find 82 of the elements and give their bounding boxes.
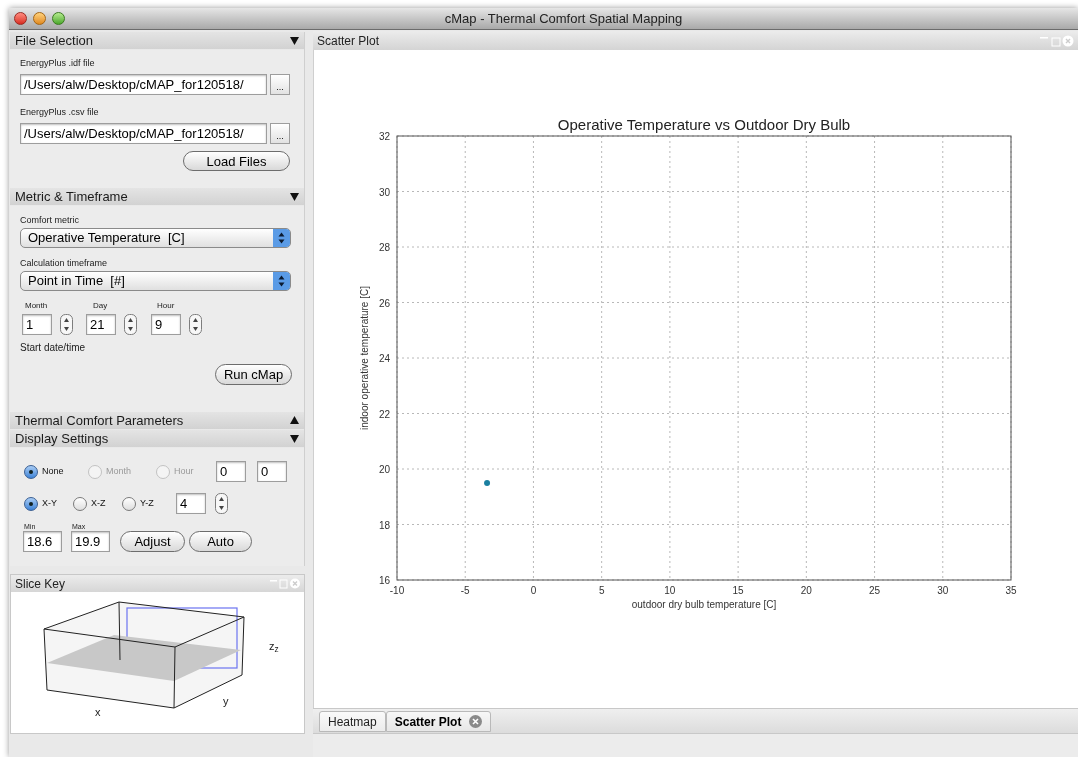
field-label: EnergyPlus .idf file bbox=[20, 58, 96, 68]
tick-label: -5 bbox=[460, 585, 470, 596]
tab[interactable]: Heatmap bbox=[319, 711, 386, 732]
tick-label: 16 bbox=[378, 575, 390, 586]
section-header[interactable]: Thermal Comfort Parameters bbox=[10, 412, 304, 430]
radio-button[interactable] bbox=[73, 496, 87, 511]
tick-label: 25 bbox=[869, 585, 881, 596]
input-field[interactable]: 0 bbox=[216, 461, 246, 482]
axis-label: y bbox=[223, 694, 229, 709]
stepper[interactable] bbox=[60, 314, 73, 335]
tick-label: 15 bbox=[732, 585, 744, 596]
section-header[interactable]: Metric & Timeframe bbox=[10, 188, 304, 206]
tick-label: 35 bbox=[1005, 585, 1017, 596]
panel-title: Slice Key bbox=[15, 575, 66, 593]
dropdown[interactable]: Operative Temperature [C] bbox=[20, 228, 291, 248]
tick-label: 10 bbox=[664, 585, 676, 596]
field-label: EnergyPlus .csv file bbox=[20, 107, 100, 117]
button[interactable]: Adjust bbox=[120, 531, 185, 552]
input-field[interactable]: 21 bbox=[86, 314, 116, 335]
button[interactable]: Auto bbox=[189, 531, 252, 552]
tick-label: 26 bbox=[378, 297, 390, 309]
panel-title: Scatter Plot bbox=[317, 32, 380, 50]
field-label: Comfort metric bbox=[20, 215, 80, 225]
stepper[interactable] bbox=[124, 314, 137, 335]
tick-label: -10 bbox=[389, 585, 405, 596]
radio-label[interactable]: X-Y bbox=[42, 496, 57, 511]
window-title: cMap - Thermal Comfort Spatial Mapping bbox=[443, 10, 683, 29]
select-arrows-icon bbox=[273, 272, 290, 290]
close-window-button[interactable] bbox=[14, 12, 27, 25]
tick-label: 24 bbox=[378, 353, 390, 364]
button[interactable]: Load Files bbox=[183, 151, 290, 171]
radio-button[interactable] bbox=[122, 496, 136, 511]
axis-label: z$_{z}$ bbox=[269, 639, 279, 655]
tick-label: 20 bbox=[378, 464, 390, 475]
stepper[interactable] bbox=[215, 493, 228, 514]
radio-label[interactable]: None bbox=[42, 464, 64, 479]
tick-label: 30 bbox=[937, 585, 949, 596]
tick-label: 20 bbox=[800, 585, 812, 596]
radio-label[interactable]: Y-Z bbox=[140, 496, 154, 511]
axis-title: outdoor dry bulb temperature [C] bbox=[631, 599, 777, 610]
collapse-arrow-icon[interactable] bbox=[290, 434, 299, 443]
radio-button[interactable] bbox=[24, 496, 38, 511]
close-icon[interactable] bbox=[469, 715, 483, 728]
tab[interactable]: Scatter Plot bbox=[385, 711, 492, 732]
select-arrows-icon bbox=[273, 229, 290, 247]
browse-button[interactable]: ... bbox=[270, 123, 290, 144]
button[interactable]: Run cMap bbox=[215, 364, 292, 385]
field-label: Month bbox=[24, 301, 49, 311]
zoom-window-button[interactable] bbox=[52, 12, 65, 25]
tick-label: 30 bbox=[378, 186, 390, 198]
stepper[interactable] bbox=[189, 314, 202, 335]
tick-label: 32 bbox=[378, 131, 390, 142]
input-field[interactable]: /Users/alw/Desktop/cMAP_for120518/ bbox=[20, 123, 267, 144]
radio-button[interactable] bbox=[24, 464, 38, 479]
minimize-window-button[interactable] bbox=[33, 12, 46, 25]
expand-arrow-icon[interactable] bbox=[290, 416, 299, 425]
input-field[interactable]: 1 bbox=[22, 314, 52, 335]
axis-label: x bbox=[95, 705, 101, 720]
tick-label: 22 bbox=[378, 408, 390, 420]
input-field[interactable]: 4 bbox=[176, 493, 206, 514]
input-field[interactable]: /Users/alw/Desktop/cMAP_for120518/ bbox=[20, 74, 267, 95]
collapse-arrow-icon[interactable] bbox=[290, 192, 299, 201]
collapse-arrow-icon[interactable] bbox=[290, 36, 299, 45]
section-header[interactable]: File Selection bbox=[10, 32, 304, 50]
field-label: Day bbox=[92, 301, 109, 311]
tick-label: 5 bbox=[598, 585, 605, 596]
input-field[interactable]: 0 bbox=[257, 461, 287, 482]
field-label: Calculation timeframe bbox=[20, 258, 109, 268]
input-field[interactable]: 18.6 bbox=[23, 531, 62, 552]
section-header[interactable]: Display Settings bbox=[10, 430, 304, 448]
field-label: Hour bbox=[156, 301, 176, 311]
dropdown[interactable]: Point in Time [#] bbox=[20, 271, 291, 291]
input-field[interactable]: 9 bbox=[151, 314, 181, 335]
chart-title: Operative Temperature vs Outdoor Dry Bulb bbox=[557, 116, 851, 133]
tick-label: 28 bbox=[378, 242, 390, 253]
tick-label: 0 bbox=[530, 585, 537, 596]
radio-label[interactable]: X-Z bbox=[91, 496, 106, 511]
axis-title: indoor operative temperature [C] bbox=[359, 286, 370, 430]
tick-label: 18 bbox=[378, 519, 390, 531]
input-field[interactable]: 19.9 bbox=[71, 531, 110, 552]
browse-button[interactable]: ... bbox=[270, 74, 290, 95]
caption: Start date/time bbox=[20, 341, 87, 355]
